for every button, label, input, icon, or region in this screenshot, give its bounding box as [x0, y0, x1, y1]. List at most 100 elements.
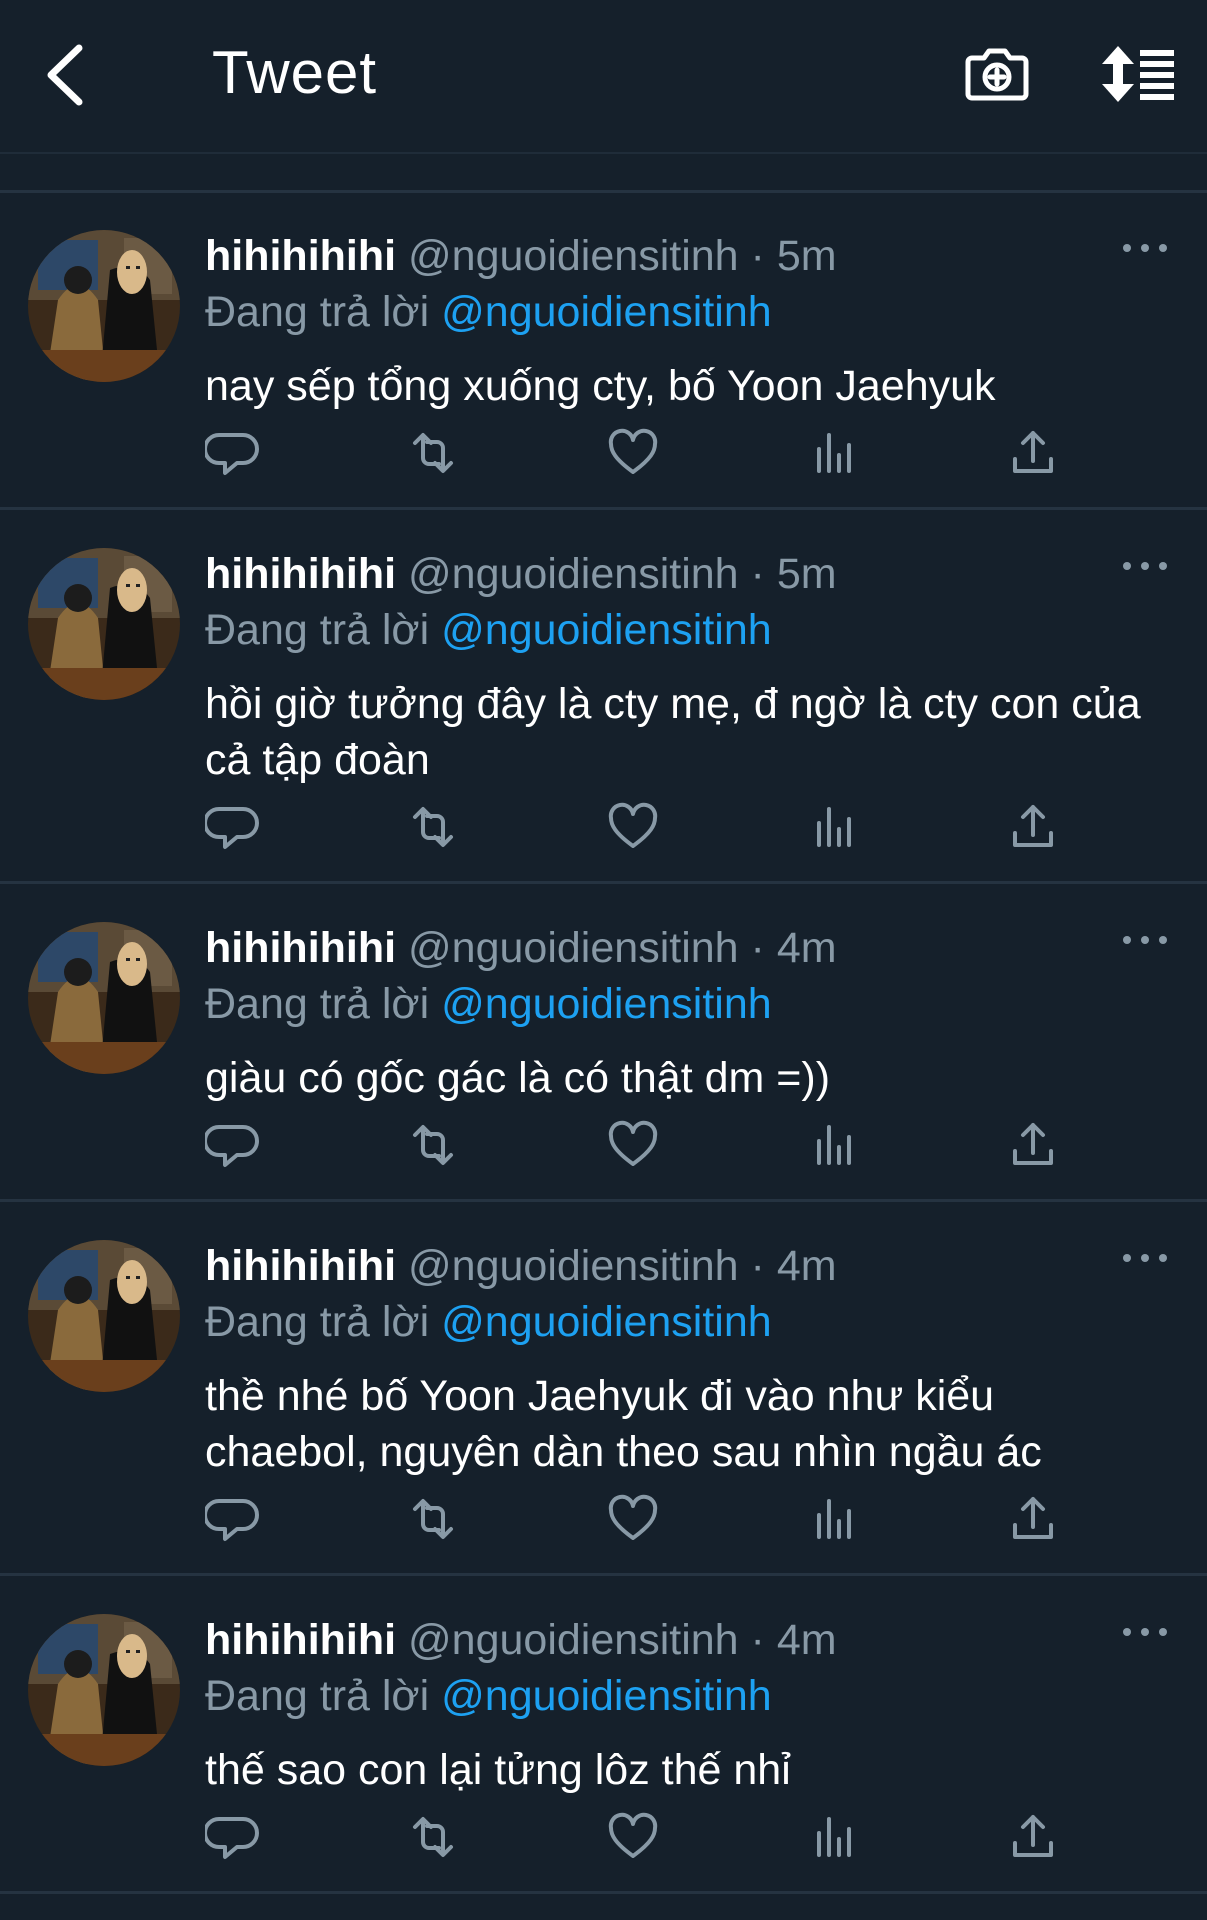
reply-mention-link[interactable]: @nguoidiensitinh: [441, 288, 772, 336]
tweet-actions: [203, 799, 1065, 855]
like-button[interactable]: [605, 799, 661, 855]
display-name[interactable]: hihihihihi: [205, 1616, 396, 1664]
display-name[interactable]: hihihihihi: [205, 550, 396, 598]
tweet-text: thế sao con lại tửng lôz thế nhỉ: [205, 1746, 791, 1794]
tweet[interactable]: hihihihihi @nguoidiensitinh · 5m Đang trả…: [0, 192, 1207, 510]
like-button[interactable]: [605, 1491, 661, 1547]
share-icon: [1013, 431, 1053, 473]
share-button[interactable]: [1005, 1117, 1061, 1173]
reply-prefix: Đang trả lời: [205, 980, 430, 1028]
avatar[interactable]: [28, 1240, 180, 1392]
retweet-icon: [413, 1817, 453, 1857]
reply-icon: [203, 1499, 259, 1541]
share-icon: [1013, 805, 1053, 847]
camera-add-icon: [965, 48, 1029, 101]
retweet-icon: [413, 1125, 453, 1165]
reply-mention-link[interactable]: @nguoidiensitinh: [441, 1672, 772, 1720]
avatar[interactable]: [28, 922, 180, 1074]
more-options-icon[interactable]: [1123, 1250, 1167, 1266]
retweet-button[interactable]: [405, 1491, 461, 1547]
reply-mention-link[interactable]: @nguoidiensitinh: [441, 980, 772, 1028]
tweet-text: giàu có gốc gác là có thật dm =)): [205, 1054, 831, 1102]
analytics-icon: [817, 1499, 851, 1539]
reply-mention-link[interactable]: @nguoidiensitinh: [441, 606, 772, 654]
tweet-meta: hihihihihi @nguoidiensitinh · 5m: [205, 546, 1167, 602]
tweet-text: hồi giờ tưởng đây là cty mẹ, đ ngờ là ct…: [205, 680, 1141, 784]
analytics-icon: [817, 1125, 851, 1165]
reply-prefix: Đang trả lời: [205, 606, 430, 654]
reply-button[interactable]: [203, 425, 261, 481]
tweet-meta: hihihihihi @nguoidiensitinh · 4m: [205, 920, 1167, 976]
analytics-icon: [817, 433, 851, 473]
share-button[interactable]: [1005, 799, 1061, 855]
timestamp: 5m: [776, 232, 837, 280]
replying-to: Đang trả lời @nguoidiensitinh: [205, 976, 1167, 1032]
retweet-button[interactable]: [405, 1117, 461, 1173]
like-button[interactable]: [605, 425, 661, 481]
reply-button[interactable]: [203, 1491, 261, 1547]
user-handle[interactable]: @nguoidiensitinh: [408, 232, 739, 280]
share-icon: [1013, 1497, 1053, 1539]
more-options-icon[interactable]: [1123, 558, 1167, 574]
share-button[interactable]: [1005, 1809, 1061, 1865]
analytics-button[interactable]: [805, 1491, 861, 1547]
timestamp: 5m: [776, 550, 837, 598]
avatar[interactable]: [28, 548, 180, 700]
tweet-meta: hihihihihi @nguoidiensitinh · 5m: [205, 228, 1167, 284]
analytics-button[interactable]: [805, 1809, 861, 1865]
reply-button[interactable]: [203, 1117, 261, 1173]
retweet-button[interactable]: [405, 799, 461, 855]
user-handle[interactable]: @nguoidiensitinh: [408, 924, 739, 972]
share-button[interactable]: [1005, 1491, 1061, 1547]
display-name[interactable]: hihihihihi: [205, 1242, 396, 1290]
user-handle[interactable]: @nguoidiensitinh: [408, 1616, 739, 1664]
tweet[interactable]: hihihihihi @nguoidiensitinh · 4m Đang trả…: [0, 1202, 1207, 1576]
display-name[interactable]: hihihihihi: [205, 924, 396, 972]
analytics-button[interactable]: [805, 799, 861, 855]
avatar[interactable]: [28, 230, 180, 382]
meta-separator: ·: [750, 232, 765, 280]
retweet-button[interactable]: [405, 425, 461, 481]
camera-button[interactable]: [964, 40, 1030, 106]
replying-to: Đang trả lời @nguoidiensitinh: [205, 1294, 1167, 1350]
replying-to: Đang trả lời @nguoidiensitinh: [205, 602, 1167, 658]
tweet-content: hihihihihi @nguoidiensitinh · 4m Đang trả…: [205, 1238, 1167, 1480]
heart-icon: [608, 1812, 658, 1858]
display-name[interactable]: hihihihihi: [205, 232, 396, 280]
user-handle[interactable]: @nguoidiensitinh: [408, 1242, 739, 1290]
reply-prefix: Đang trả lời: [205, 1298, 430, 1346]
analytics-button[interactable]: [805, 425, 861, 481]
reply-button[interactable]: [203, 799, 261, 855]
heart-icon: [608, 802, 658, 848]
reply-icon: [203, 1817, 259, 1859]
tweet-content: hihihihihi @nguoidiensitinh · 5m Đang trả…: [205, 228, 1167, 414]
tweet-text: thề nhé bố Yoon Jaehyuk đi vào như kiểu …: [205, 1372, 1042, 1476]
analytics-button[interactable]: [805, 1117, 861, 1173]
like-button[interactable]: [605, 1809, 661, 1865]
reply-mention-link[interactable]: @nguoidiensitinh: [441, 1298, 772, 1346]
user-handle[interactable]: @nguoidiensitinh: [408, 550, 739, 598]
tweet-content: hihihihihi @nguoidiensitinh · 5m Đang trả…: [205, 546, 1167, 788]
retweet-button[interactable]: [405, 1809, 461, 1865]
meta-separator: ·: [750, 1616, 765, 1664]
tweet-meta: hihihihihi @nguoidiensitinh · 4m: [205, 1612, 1167, 1668]
more-options-icon[interactable]: [1123, 240, 1167, 256]
back-arrow-icon: [47, 44, 83, 106]
avatar[interactable]: [28, 1614, 180, 1766]
tweet-actions: [203, 425, 1065, 481]
like-button[interactable]: [605, 1117, 661, 1173]
more-options-icon[interactable]: [1123, 1624, 1167, 1640]
sort-button[interactable]: [1100, 44, 1176, 104]
tweet[interactable]: hihihihihi @nguoidiensitinh · 5m Đang trả…: [0, 510, 1207, 884]
back-button[interactable]: [40, 40, 90, 110]
tweet[interactable]: hihihihihi @nguoidiensitinh · 4m Đang trả…: [0, 1576, 1207, 1894]
more-options-icon[interactable]: [1123, 932, 1167, 948]
reply-icon: [203, 807, 259, 849]
reply-icon: [203, 433, 259, 475]
share-button[interactable]: [1005, 425, 1061, 481]
reply-button[interactable]: [203, 1809, 261, 1865]
tweet[interactable]: hihihihihi @nguoidiensitinh · 4m Đang trả…: [0, 884, 1207, 1202]
meta-separator: ·: [750, 924, 765, 972]
tweet-text: nay sếp tổng xuống cty, bố Yoon Jaehyuk: [205, 362, 996, 410]
page-title: Tweet: [212, 39, 378, 106]
